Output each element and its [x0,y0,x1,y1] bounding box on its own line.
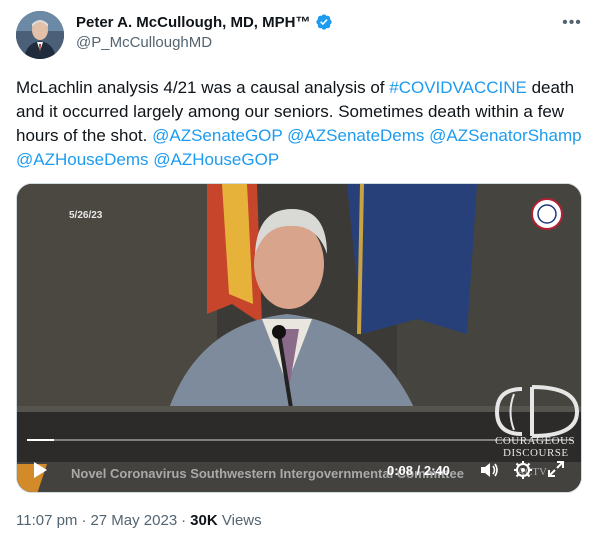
display-name[interactable]: Peter A. McCullough, MD, MPH™ [76,14,310,31]
views-count[interactable]: 30K [190,512,218,529]
mention-link[interactable]: @AZHouseGOP [153,150,279,169]
tweet-date[interactable]: 27 May 2023 [90,512,177,529]
avatar[interactable] [16,11,64,59]
tweet-header: Peter A. McCullough, MD, MPH™ @P_McCullo… [76,13,333,51]
more-options-icon[interactable]: ••• [562,13,582,33]
handle[interactable]: @P_McCulloughMD [76,34,333,51]
hashtag-link[interactable]: #COVIDVACCINE [389,78,527,97]
video-time: 0:08 / 2:40 [387,463,450,478]
mention-link[interactable]: @AZHouseDems [16,150,149,169]
name-row: Peter A. McCullough, MD, MPH™ [76,13,333,31]
tweet-time[interactable]: 11:07 pm [16,512,77,529]
fullscreen-expand-icon[interactable] [547,460,565,478]
play-icon[interactable] [31,461,49,479]
tweet-text: McLachlin analysis 4/21 was a causal ana… [16,76,584,172]
video-progress-fill [27,439,55,441]
avatar-image [16,11,64,59]
tweet-meta: 11:07 pm · 27 May 2023 · 30K Views [16,512,262,529]
settings-gear-icon[interactable] [513,460,533,480]
video-date-stamp: 5/26/23 [69,210,103,221]
video-progress-bar[interactable] [27,439,573,441]
views-label: Views [221,512,262,529]
volume-icon[interactable] [479,461,499,479]
verified-badge-icon [316,14,333,30]
tweet-text-part: McLachlin analysis 4/21 was a causal ana… [16,78,390,97]
logo-text: COURAGEOUS [495,435,576,447]
mention-link[interactable]: @AZSenateGOP [152,126,282,145]
video-player[interactable]: 5/26/23 COURAGEOUS DISCOURSE ACTV Novel … [16,183,582,493]
video-controls: 0:08 / 2:40 [17,454,581,484]
separator: · [81,512,87,529]
tweet: Peter A. McCullough, MD, MPH™ @P_McCullo… [0,0,600,538]
mention-link[interactable]: @AZSenateDems [287,126,424,145]
mention-link[interactable]: @AZSenatorShamp [429,126,581,145]
separator: · [181,512,187,529]
